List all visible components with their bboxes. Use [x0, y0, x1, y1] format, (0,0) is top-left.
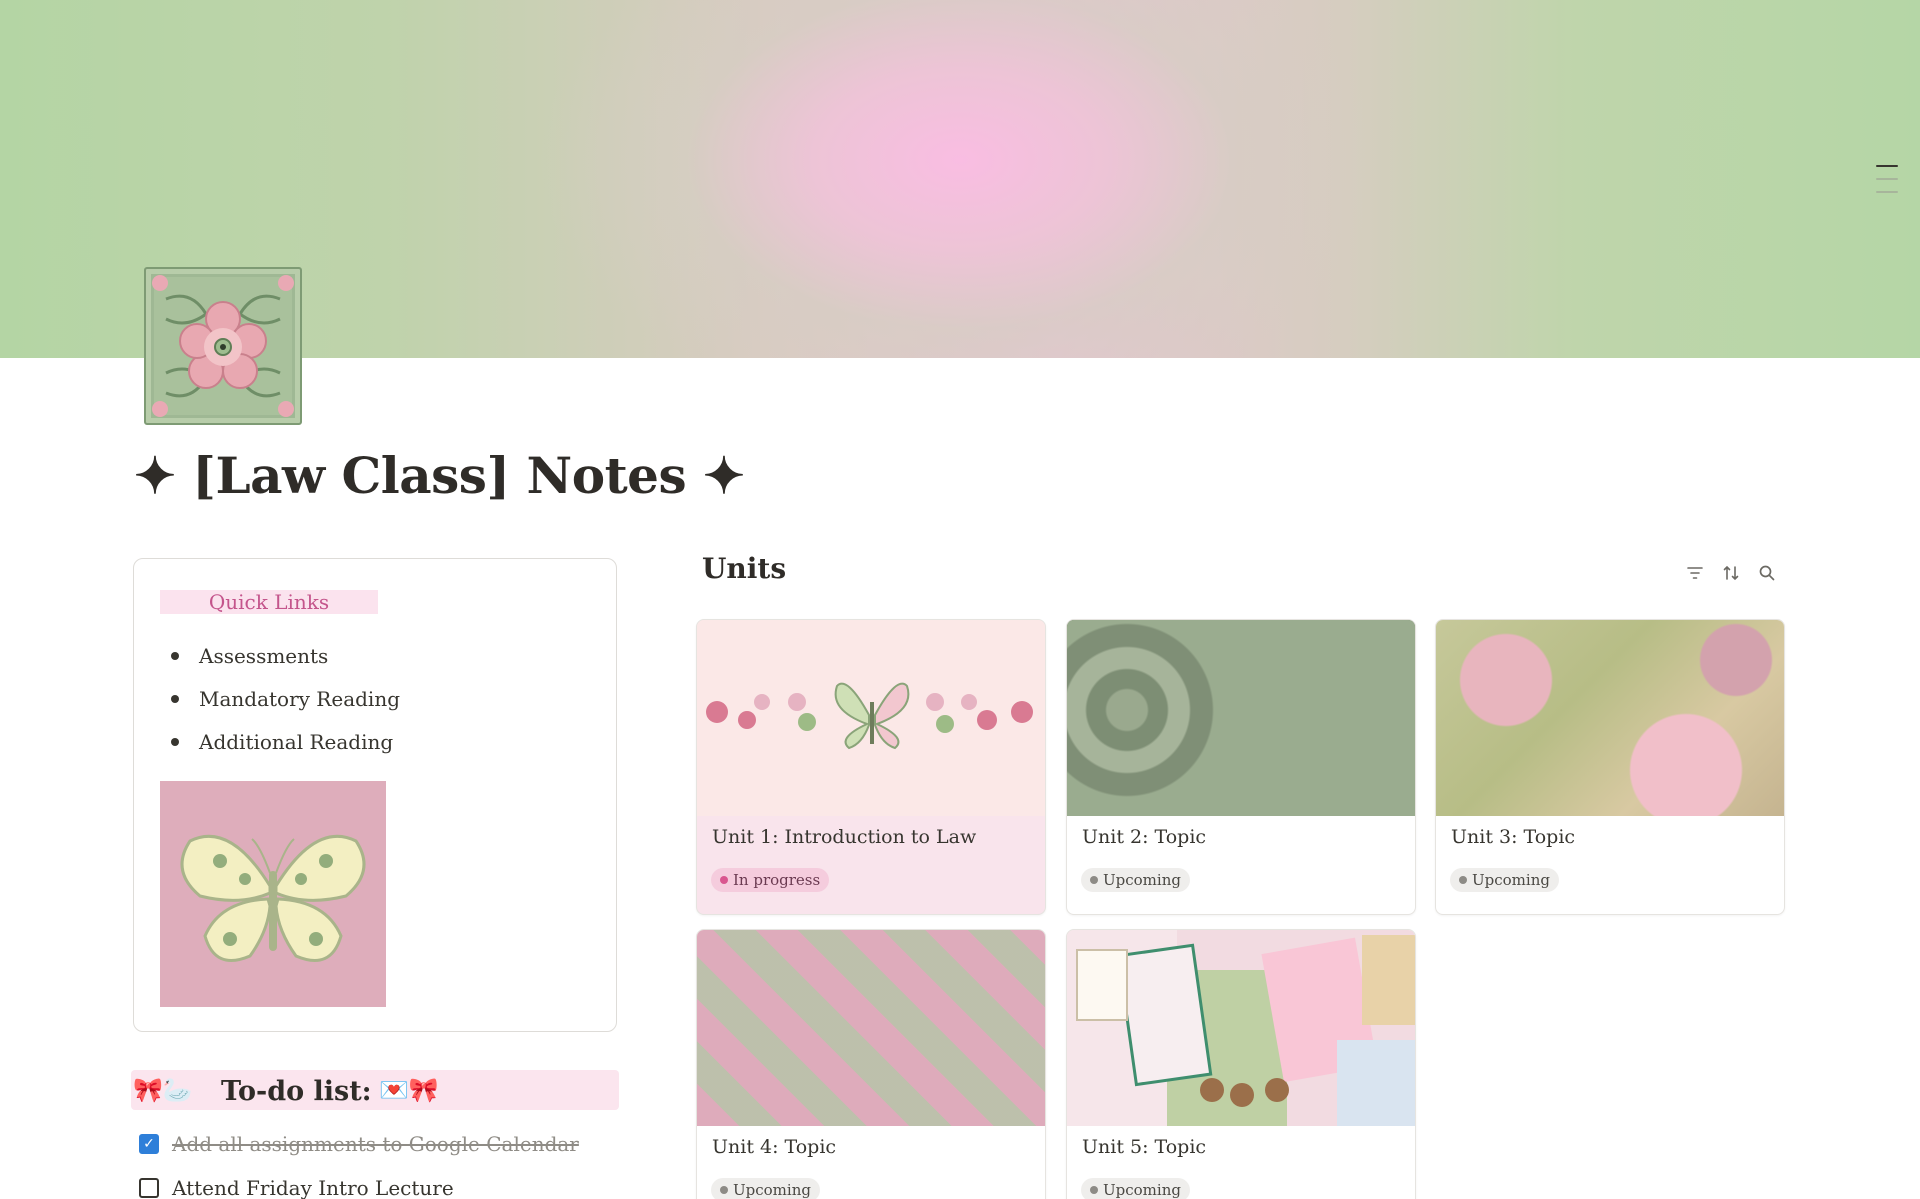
quick-links-list: Assessments Mandatory Reading Additional…: [167, 643, 400, 772]
quick-links-heading: Quick Links: [160, 590, 378, 614]
page-title[interactable]: ✦ [Law Class] Notes ✦: [134, 446, 745, 505]
status-badge: In progress: [711, 868, 830, 892]
todo-label: Add all assignments to Google Calendar: [172, 1132, 579, 1156]
card-title: Unit 4: Topic: [712, 1136, 837, 1158]
units-title[interactable]: Units: [702, 552, 786, 585]
todo-heading: 🎀🦢 To-do list: 💌🎀: [131, 1070, 619, 1110]
sort-icon[interactable]: [1720, 562, 1742, 584]
table-of-contents-icon[interactable]: [1876, 165, 1898, 204]
card-title: Unit 1: Introduction to Law: [712, 826, 977, 848]
unit-card-2[interactable]: Unit 2: Topic Upcoming: [1066, 619, 1416, 915]
checkbox-unchecked-icon[interactable]: [139, 1178, 159, 1198]
quick-links-card: Quick Links Assessments Mandatory Readin…: [133, 558, 617, 1032]
search-icon[interactable]: [1756, 562, 1778, 584]
butterfly-image: [160, 781, 386, 1007]
card-title: Unit 5: Topic: [1082, 1136, 1207, 1158]
units-toolbar: [1684, 562, 1778, 584]
unit-card-5[interactable]: Unit 5: Topic Upcoming: [1066, 929, 1416, 1199]
card-cover-image: [697, 620, 1045, 816]
quick-link-mandatory-reading[interactable]: Mandatory Reading: [167, 686, 400, 729]
status-badge: Upcoming: [1081, 868, 1190, 892]
bow-swan-emoji: 🎀🦢: [133, 1076, 193, 1104]
card-cover-image: [1067, 620, 1415, 816]
card-cover-image: [1067, 930, 1415, 1126]
status-badge: Upcoming: [1450, 868, 1559, 892]
card-title: Unit 2: Topic: [1082, 826, 1207, 848]
todo-label: Attend Friday Intro Lecture: [172, 1176, 454, 1199]
letter-bow-emoji: 💌🎀: [379, 1076, 439, 1104]
unit-card-1[interactable]: Unit 1: Introduction to Law In progress: [696, 619, 1046, 915]
filter-icon[interactable]: [1684, 562, 1706, 584]
checkbox-checked-icon[interactable]: ✓: [139, 1134, 159, 1154]
floral-tile-icon[interactable]: [144, 267, 302, 425]
card-cover-image: [1436, 620, 1784, 816]
quick-link-assessments[interactable]: Assessments: [167, 643, 400, 686]
todo-item[interactable]: Attend Friday Intro Lecture: [139, 1174, 454, 1199]
card-title: Unit 3: Topic: [1451, 826, 1576, 848]
unit-card-3[interactable]: Unit 3: Topic Upcoming: [1435, 619, 1785, 915]
todo-title: To-do list:: [221, 1076, 372, 1107]
unit-card-4[interactable]: Unit 4: Topic Upcoming: [696, 929, 1046, 1199]
status-badge: Upcoming: [1081, 1178, 1190, 1199]
quick-link-additional-reading[interactable]: Additional Reading: [167, 729, 400, 772]
todo-item[interactable]: ✓ Add all assignments to Google Calendar: [139, 1130, 579, 1158]
status-badge: Upcoming: [711, 1178, 820, 1199]
card-cover-image: [697, 930, 1045, 1126]
